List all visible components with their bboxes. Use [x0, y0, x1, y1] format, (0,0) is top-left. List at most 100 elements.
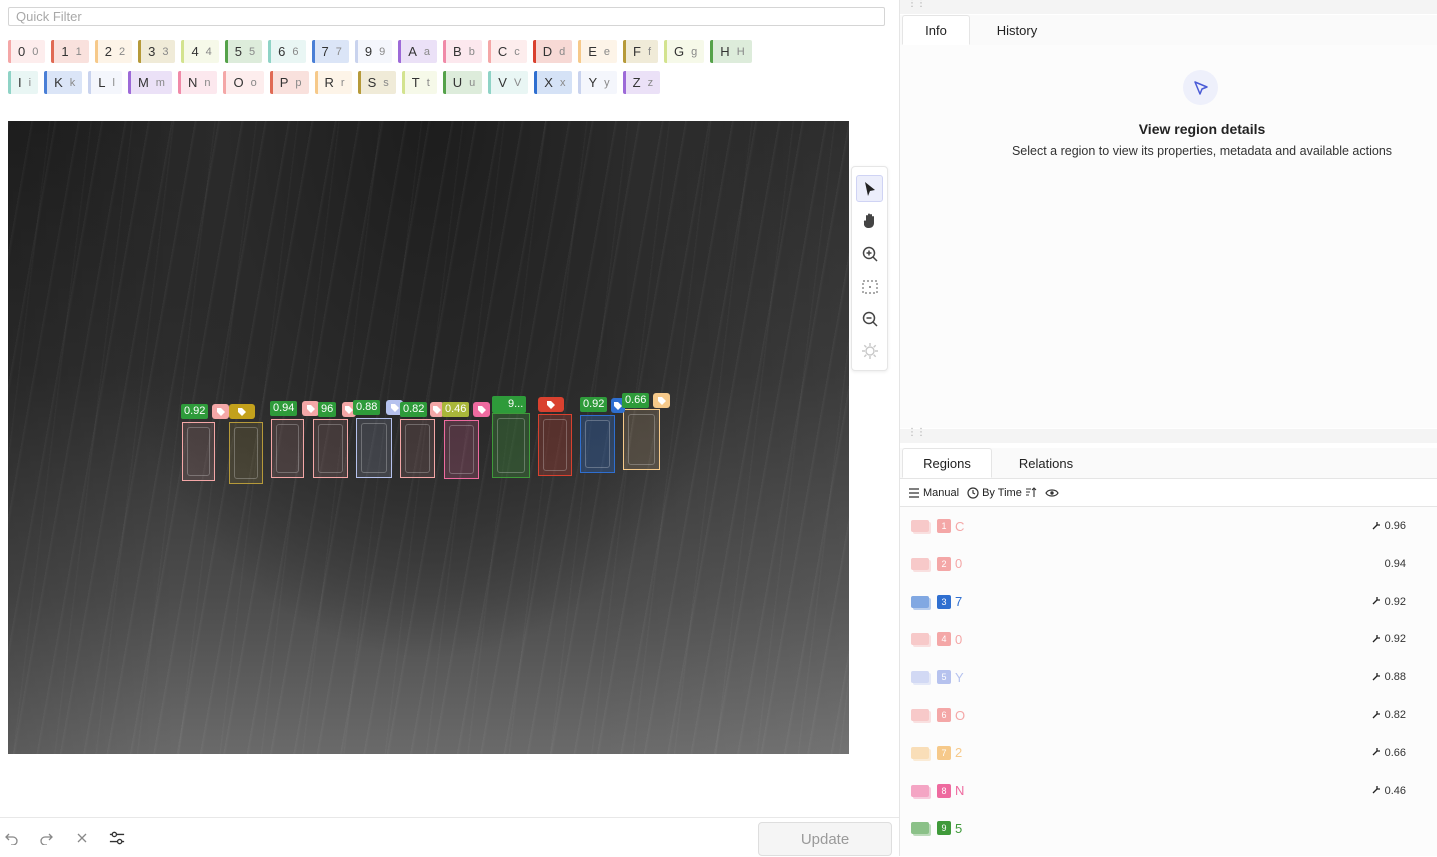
info-title: View region details	[1138, 121, 1266, 137]
label-row-1: 001122334455667799AaBbCcDdEeFfGgHH	[8, 40, 752, 63]
settings-sliders-icon[interactable]	[109, 830, 125, 846]
label-chip-v[interactable]: VV	[488, 71, 529, 94]
region-list-item[interactable]: 95	[900, 809, 1437, 847]
label-chip-k[interactable]: Kk	[44, 71, 83, 94]
redo-icon[interactable]	[38, 830, 54, 846]
label-hotkey: u	[469, 76, 476, 89]
eye-icon[interactable]	[1045, 488, 1059, 498]
region-box[interactable]	[229, 422, 263, 484]
region-list-item[interactable]: 5 Y 0.88	[900, 658, 1437, 696]
region-score: 0.82	[1372, 709, 1406, 722]
region-box[interactable]	[400, 419, 435, 478]
label-chip-4[interactable]: 44	[181, 40, 219, 63]
region-list-item[interactable]: 1 C 0.96	[900, 507, 1437, 545]
label-hotkey: e	[603, 45, 611, 58]
region-list-item[interactable]: 3 7 0.92	[900, 583, 1437, 621]
brightness-icon[interactable]	[856, 337, 883, 364]
region-label-text: 0	[955, 631, 963, 647]
label-chip-s[interactable]: Ss	[357, 71, 396, 94]
label-hotkey: z	[647, 76, 654, 89]
zoom-out-icon[interactable]	[856, 305, 883, 332]
label-chip-2[interactable]: 22	[94, 40, 133, 63]
region-score: 0.88	[1372, 671, 1406, 684]
label-hotkey: o	[250, 76, 257, 89]
sort-by-time-button[interactable]: By Time	[967, 487, 1037, 499]
tab-history[interactable]: History	[980, 15, 1054, 45]
region-box[interactable]	[182, 422, 215, 481]
region-score-label: 96	[318, 402, 337, 417]
close-icon[interactable]	[74, 830, 90, 846]
drag-handle-icon[interactable]: ⋮⋮	[907, 0, 926, 9]
quick-filter-input[interactable]	[8, 7, 885, 26]
label-chip-p[interactable]: Pp	[269, 71, 309, 94]
label-hotkey: 1	[75, 45, 82, 58]
label-chip-d[interactable]: Dd	[532, 40, 573, 63]
auto-predict-icon	[1372, 784, 1382, 797]
region-thumbnail	[911, 709, 929, 721]
bottom-action-bar: Update	[0, 817, 899, 857]
tab-regions[interactable]: Regions	[902, 448, 992, 478]
pointer-icon	[1183, 70, 1218, 105]
tab-info[interactable]: Info	[902, 15, 970, 45]
region-list-item[interactable]: 2 0 0.94	[900, 545, 1437, 583]
region-box[interactable]	[313, 419, 348, 478]
label-chip-e[interactable]: Ee	[578, 40, 618, 63]
label-chip-h[interactable]: HH	[710, 40, 752, 63]
region-score: 0.92	[1372, 595, 1406, 608]
label-chip-5[interactable]: 55	[224, 40, 263, 63]
label-chip-y[interactable]: Yy	[578, 71, 617, 94]
region-score: 0.96	[1372, 520, 1406, 533]
label-chip-o[interactable]: Oo	[223, 71, 264, 94]
region-box[interactable]	[271, 419, 304, 478]
region-list-item[interactable]: 4 0 0.92	[900, 620, 1437, 658]
region-box[interactable]	[356, 418, 392, 478]
region-box[interactable]	[623, 409, 660, 470]
label-hotkey: 0	[32, 45, 39, 58]
label-chip-m[interactable]: Mm	[127, 71, 172, 94]
region-box[interactable]	[580, 415, 615, 473]
zoom-in-icon[interactable]	[856, 240, 883, 267]
label-chip-f[interactable]: Ff	[623, 40, 659, 63]
label-chip-3[interactable]: 33	[138, 40, 176, 63]
label-chip-0[interactable]: 00	[8, 40, 46, 63]
pointer-icon[interactable]	[856, 175, 883, 202]
region-box[interactable]	[538, 414, 572, 476]
region-box[interactable]	[492, 413, 530, 478]
label-name: A	[408, 44, 417, 59]
region-label-text: 5	[955, 820, 963, 836]
label-chip-9[interactable]: 99	[354, 40, 393, 63]
region-box[interactable]	[444, 420, 479, 479]
label-chip-b[interactable]: Bb	[443, 40, 482, 63]
label-chip-g[interactable]: Gg	[664, 40, 705, 63]
image-canvas[interactable]: 0.92 0.94 96 0.88 0.82 0.46 9... 0.92 0.…	[8, 121, 849, 754]
manual-group-button[interactable]: Manual	[908, 487, 959, 499]
drag-handle-icon[interactable]: ⋮⋮	[907, 428, 926, 438]
region-score: 0.46	[1372, 784, 1406, 797]
label-chip-u[interactable]: Uu	[442, 71, 483, 94]
label-chip-r[interactable]: Rr	[314, 71, 352, 94]
label-chip-1[interactable]: 11	[51, 40, 89, 63]
fit-icon[interactable]	[856, 273, 883, 300]
region-list-item[interactable]: 7 2 0.66	[900, 734, 1437, 772]
label-name: L	[98, 75, 106, 90]
label-name: Y	[588, 75, 598, 90]
label-name: V	[498, 75, 507, 90]
update-button[interactable]: Update	[758, 822, 892, 856]
label-chip-t[interactable]: Tt	[401, 71, 437, 94]
region-list-item[interactable]: 6 O 0.82	[900, 696, 1437, 734]
label-chip-c[interactable]: Cc	[487, 40, 527, 63]
label-chip-n[interactable]: Nn	[177, 71, 218, 94]
label-chip-i[interactable]: Ii	[8, 71, 39, 94]
hand-icon[interactable]	[856, 207, 883, 234]
label-chip-l[interactable]: Ll	[88, 71, 122, 94]
tab-relations[interactable]: Relations	[1002, 448, 1090, 478]
label-chip-6[interactable]: 66	[268, 40, 306, 63]
label-chip-x[interactable]: Xx	[534, 71, 573, 94]
region-list-item[interactable]: 8 N 0.46	[900, 772, 1437, 810]
label-chip-z[interactable]: Zz	[622, 71, 661, 94]
label-chip-a[interactable]: Aa	[398, 40, 438, 63]
label-name: 0	[18, 44, 26, 59]
undo-icon[interactable]	[4, 830, 20, 846]
label-chip-7[interactable]: 77	[311, 40, 349, 63]
label-name: 6	[278, 44, 286, 59]
